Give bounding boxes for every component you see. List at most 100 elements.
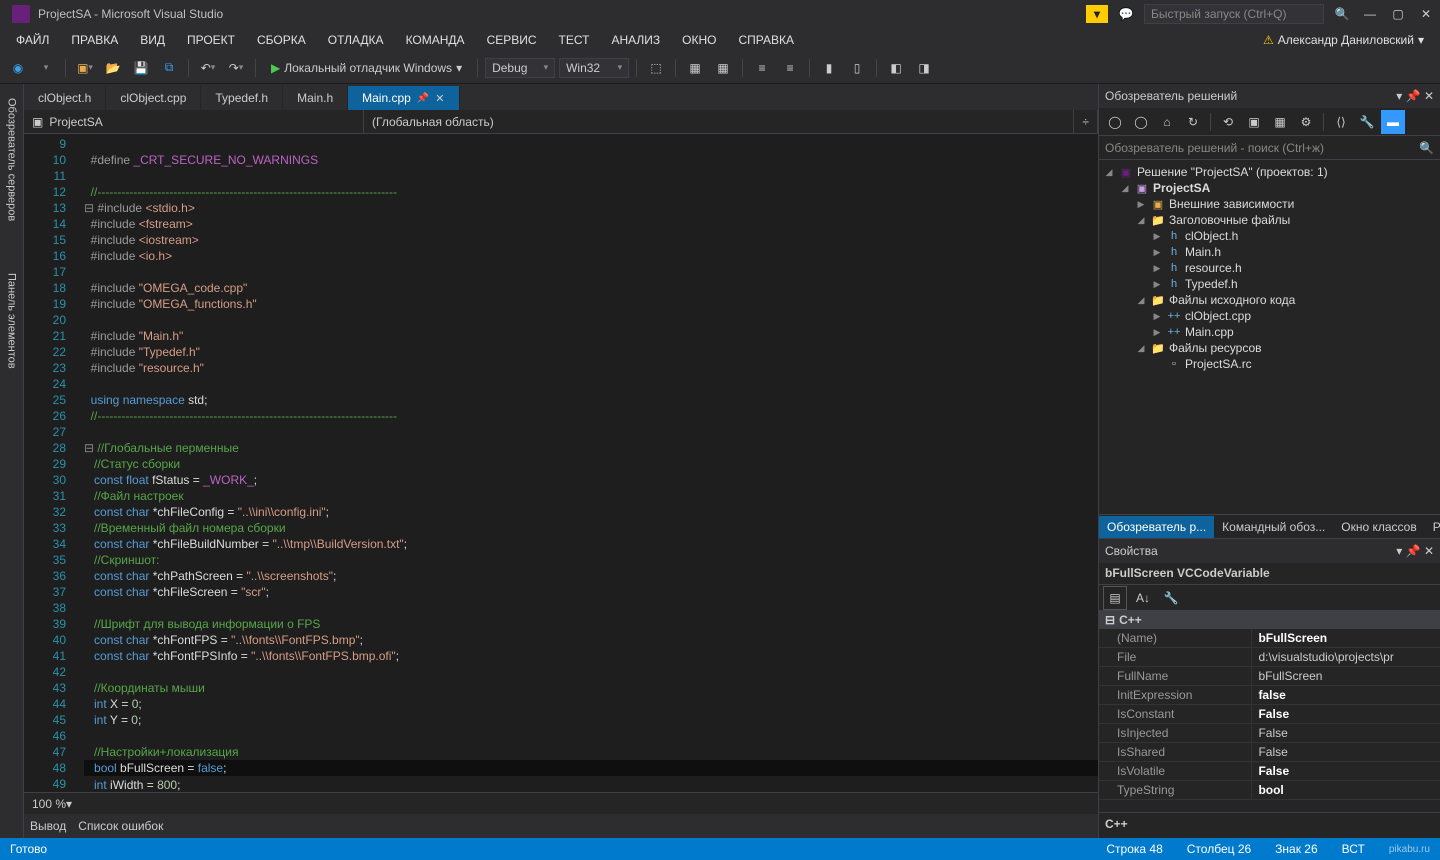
wrench-icon[interactable]: 🔧 xyxy=(1355,110,1379,134)
wrench-icon[interactable]: 🔧 xyxy=(1159,586,1183,610)
open-icon[interactable]: 📂 xyxy=(101,56,125,80)
properties-icon[interactable]: ⚙ xyxy=(1294,110,1318,134)
pin-icon[interactable]: 📌 xyxy=(1406,544,1421,558)
preview-icon[interactable]: ⟨⟩ xyxy=(1329,110,1353,134)
tree-node[interactable]: ▫ProjectSA.rc xyxy=(1099,356,1440,372)
toolbox-tab[interactable]: Панель элементов xyxy=(4,267,20,375)
tree-node[interactable]: ▶++Main.cpp xyxy=(1099,324,1440,340)
solution-tab[interactable]: Ресурсы xyxy=(1425,516,1440,538)
toolbar-icon[interactable]: ▯ xyxy=(845,56,869,80)
property-row[interactable]: IsVolatileFalse xyxy=(1099,762,1440,781)
menu-справка[interactable]: СПРАВКА xyxy=(728,30,804,50)
alphabetical-icon[interactable]: A↓ xyxy=(1131,586,1155,610)
toolbar-icon[interactable]: ▦ xyxy=(711,56,735,80)
user-account[interactable]: ⚠ Александр Даниловский ▾ xyxy=(1263,33,1434,47)
property-row[interactable]: IsSharedFalse xyxy=(1099,743,1440,762)
tree-node[interactable]: ▶hclObject.h xyxy=(1099,228,1440,244)
solution-tab[interactable]: Обозреватель р... xyxy=(1099,516,1214,538)
config-combo[interactable]: Debug xyxy=(485,58,555,78)
menu-сборка[interactable]: СБОРКА xyxy=(247,30,316,50)
property-category[interactable]: ⊟ C++ xyxy=(1099,611,1440,629)
chevron-down-icon[interactable]: ▾ xyxy=(1396,89,1402,103)
toolbar-icon[interactable]: ⬚ xyxy=(644,56,668,80)
tree-node[interactable]: ▶hTypedef.h xyxy=(1099,276,1440,292)
menu-анализ[interactable]: АНАЛИЗ xyxy=(601,30,670,50)
toolbar-icon[interactable]: ▮ xyxy=(817,56,841,80)
toolbar-icon[interactable]: ◨ xyxy=(912,56,936,80)
property-row[interactable]: TypeStringbool xyxy=(1099,781,1440,800)
pin-icon[interactable]: 📌 xyxy=(1406,89,1421,103)
categorized-icon[interactable]: ▤ xyxy=(1103,586,1127,610)
tree-node[interactable]: ◢▣ProjectSA xyxy=(1099,180,1440,196)
start-debug-button[interactable]: ▶ Локальный отладчик Windows ▾ xyxy=(263,59,470,77)
menu-тест[interactable]: ТЕСТ xyxy=(549,30,600,50)
redo-icon[interactable]: ↷ xyxy=(224,56,248,80)
menu-проект[interactable]: ПРОЕКТ xyxy=(177,30,245,50)
refresh-icon[interactable]: ↻ xyxy=(1181,110,1205,134)
error-list-tab[interactable]: Список ошибок xyxy=(78,819,163,833)
maximize-icon[interactable]: ▢ xyxy=(1388,5,1408,23)
close-icon[interactable]: ✕ xyxy=(1424,544,1434,558)
undo-icon[interactable]: ↶ xyxy=(196,56,220,80)
tree-node[interactable]: ▶++clObject.cpp xyxy=(1099,308,1440,324)
tree-node[interactable]: ◢📁Заголовочные файлы xyxy=(1099,212,1440,228)
menu-правка[interactable]: ПРАВКА xyxy=(61,30,128,50)
file-tab[interactable]: Main.cpp 📌 ✕ xyxy=(348,86,459,110)
save-all-icon[interactable]: ⧉ xyxy=(157,56,181,80)
toolbar-icon[interactable]: ≡ xyxy=(750,56,774,80)
nav-back-icon[interactable]: ◉ xyxy=(6,56,30,80)
show-all-icon[interactable]: ▦ xyxy=(1268,110,1292,134)
solution-search[interactable]: Обозреватель решений - поиск (Ctrl+ж)🔍 xyxy=(1099,136,1440,160)
notification-icon[interactable]: ▾ xyxy=(1086,5,1108,23)
property-row[interactable]: IsConstantFalse xyxy=(1099,705,1440,724)
close-icon[interactable]: ✕ xyxy=(1416,5,1436,23)
output-tab[interactable]: Вывод xyxy=(30,819,66,833)
view-icon[interactable]: ▬ xyxy=(1381,110,1405,134)
property-row[interactable]: IsInjectedFalse xyxy=(1099,724,1440,743)
collapse-icon[interactable]: ▣ xyxy=(1242,110,1266,134)
feedback-icon[interactable]: 💬 xyxy=(1116,5,1136,23)
minimize-icon[interactable]: — xyxy=(1360,5,1380,23)
tree-node[interactable]: ▶hMain.h xyxy=(1099,244,1440,260)
home-icon[interactable]: ⌂ xyxy=(1155,110,1179,134)
back-icon[interactable]: ◯ xyxy=(1103,110,1127,134)
menu-файл[interactable]: ФАЙЛ xyxy=(6,30,59,50)
tree-node[interactable]: ◢📁Файлы ресурсов xyxy=(1099,340,1440,356)
new-project-icon[interactable]: ▣ xyxy=(73,56,97,80)
properties-grid[interactable]: ⊟ C++(Name)bFullScreenFiled:\visualstudi… xyxy=(1099,611,1440,812)
toolbar-icon[interactable]: ≡ xyxy=(778,56,802,80)
menu-отладка[interactable]: ОТЛАДКА xyxy=(318,30,394,50)
sync-icon[interactable]: ⟲ xyxy=(1216,110,1240,134)
property-row[interactable]: FullNamebFullScreen xyxy=(1099,667,1440,686)
tree-node[interactable]: ▶▣Внешние зависимости xyxy=(1099,196,1440,212)
scope-combo[interactable]: ▣ProjectSA xyxy=(24,110,364,133)
search-icon[interactable]: 🔍 xyxy=(1332,5,1352,23)
menu-команда[interactable]: КОМАНДА xyxy=(396,30,475,50)
file-tab[interactable]: clObject.cpp xyxy=(106,86,201,110)
forward-icon[interactable]: ◯ xyxy=(1129,110,1153,134)
solution-tab[interactable]: Командный обоз... xyxy=(1214,516,1333,538)
file-tab[interactable]: Typedef.h xyxy=(201,86,283,110)
chevron-down-icon[interactable]: ▾ xyxy=(1396,544,1402,558)
quick-launch-input[interactable]: Быстрый запуск (Ctrl+Q) xyxy=(1144,4,1324,24)
toolbar-icon[interactable]: ▦ xyxy=(683,56,707,80)
member-combo[interactable]: (Глобальная область) xyxy=(364,110,1074,133)
zoom-combo[interactable]: 100 % ▾ xyxy=(24,792,1098,814)
toolbar-icon[interactable]: ◧ xyxy=(884,56,908,80)
menu-окно[interactable]: ОКНО xyxy=(672,30,726,50)
property-row[interactable]: InitExpressionfalse xyxy=(1099,686,1440,705)
nav-dropdown[interactable] xyxy=(34,56,58,80)
solution-tab[interactable]: Окно классов xyxy=(1333,516,1424,538)
close-icon[interactable]: ✕ xyxy=(1424,89,1434,103)
save-icon[interactable]: 💾 xyxy=(129,56,153,80)
tree-node[interactable]: ◢📁Файлы исходного кода xyxy=(1099,292,1440,308)
file-tab[interactable]: clObject.h xyxy=(24,86,106,110)
code-editor[interactable]: 9101112131415161718192021222324252627282… xyxy=(24,134,1098,792)
menu-вид[interactable]: ВИД xyxy=(130,30,175,50)
platform-combo[interactable]: Win32 xyxy=(559,58,629,78)
split-icon[interactable]: ÷ xyxy=(1074,110,1098,133)
menu-сервис[interactable]: СЕРВИС xyxy=(477,30,547,50)
property-row[interactable]: (Name)bFullScreen xyxy=(1099,629,1440,648)
tree-node[interactable]: ◢▣Решение "ProjectSA" (проектов: 1) xyxy=(1099,164,1440,180)
solution-tree[interactable]: ◢▣Решение "ProjectSA" (проектов: 1)◢▣Pro… xyxy=(1099,160,1440,514)
